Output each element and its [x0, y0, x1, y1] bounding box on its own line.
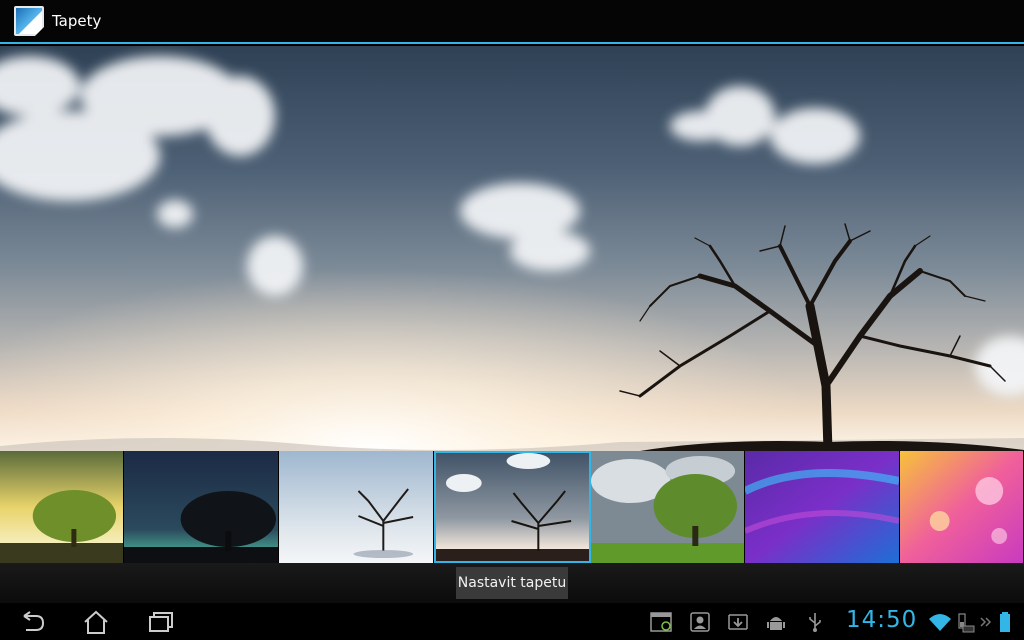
- wallpaper-thumbnail[interactable]: [591, 451, 745, 563]
- wallpaper-thumbnail[interactable]: [900, 451, 1024, 563]
- wallpaper-thumbnail-strip[interactable]: [0, 451, 1024, 563]
- system-bar: 14:50: [0, 603, 1024, 640]
- set-wallpaper-button[interactable]: Nastavit tapetu: [456, 567, 568, 599]
- wallpaper-thumbnail-selected[interactable]: [434, 451, 591, 563]
- wifi-icon[interactable]: [928, 611, 952, 633]
- usb-icon[interactable]: [804, 611, 826, 633]
- home-icon[interactable]: [80, 608, 112, 636]
- back-icon[interactable]: [16, 608, 48, 636]
- recent-apps-icon[interactable]: [144, 608, 176, 636]
- action-bar: Tapety: [0, 0, 1024, 44]
- battery-icon[interactable]: [998, 611, 1012, 633]
- clock[interactable]: 14:50: [846, 607, 917, 633]
- keyboard-battery-icon[interactable]: [955, 611, 975, 633]
- wallpaper-thumbnail[interactable]: [124, 451, 279, 563]
- wallpaper-thumbnail[interactable]: [0, 451, 124, 563]
- screenshot-icon[interactable]: [650, 611, 672, 633]
- wallpaper-thumbnail[interactable]: [745, 451, 900, 563]
- download-icon[interactable]: [727, 611, 749, 633]
- app-title: Tapety: [52, 12, 102, 30]
- wallpaper-preview-image: [0, 46, 1024, 451]
- wallpaper-thumbnail[interactable]: [279, 451, 434, 563]
- set-wallpaper-bar: Nastavit tapetu: [0, 563, 1024, 603]
- wallpaper-preview: [0, 46, 1024, 451]
- wallpaper-app-icon[interactable]: [14, 6, 44, 36]
- contact-icon[interactable]: [689, 611, 711, 633]
- expand-icon[interactable]: [980, 611, 992, 633]
- android-debug-icon[interactable]: [765, 611, 787, 633]
